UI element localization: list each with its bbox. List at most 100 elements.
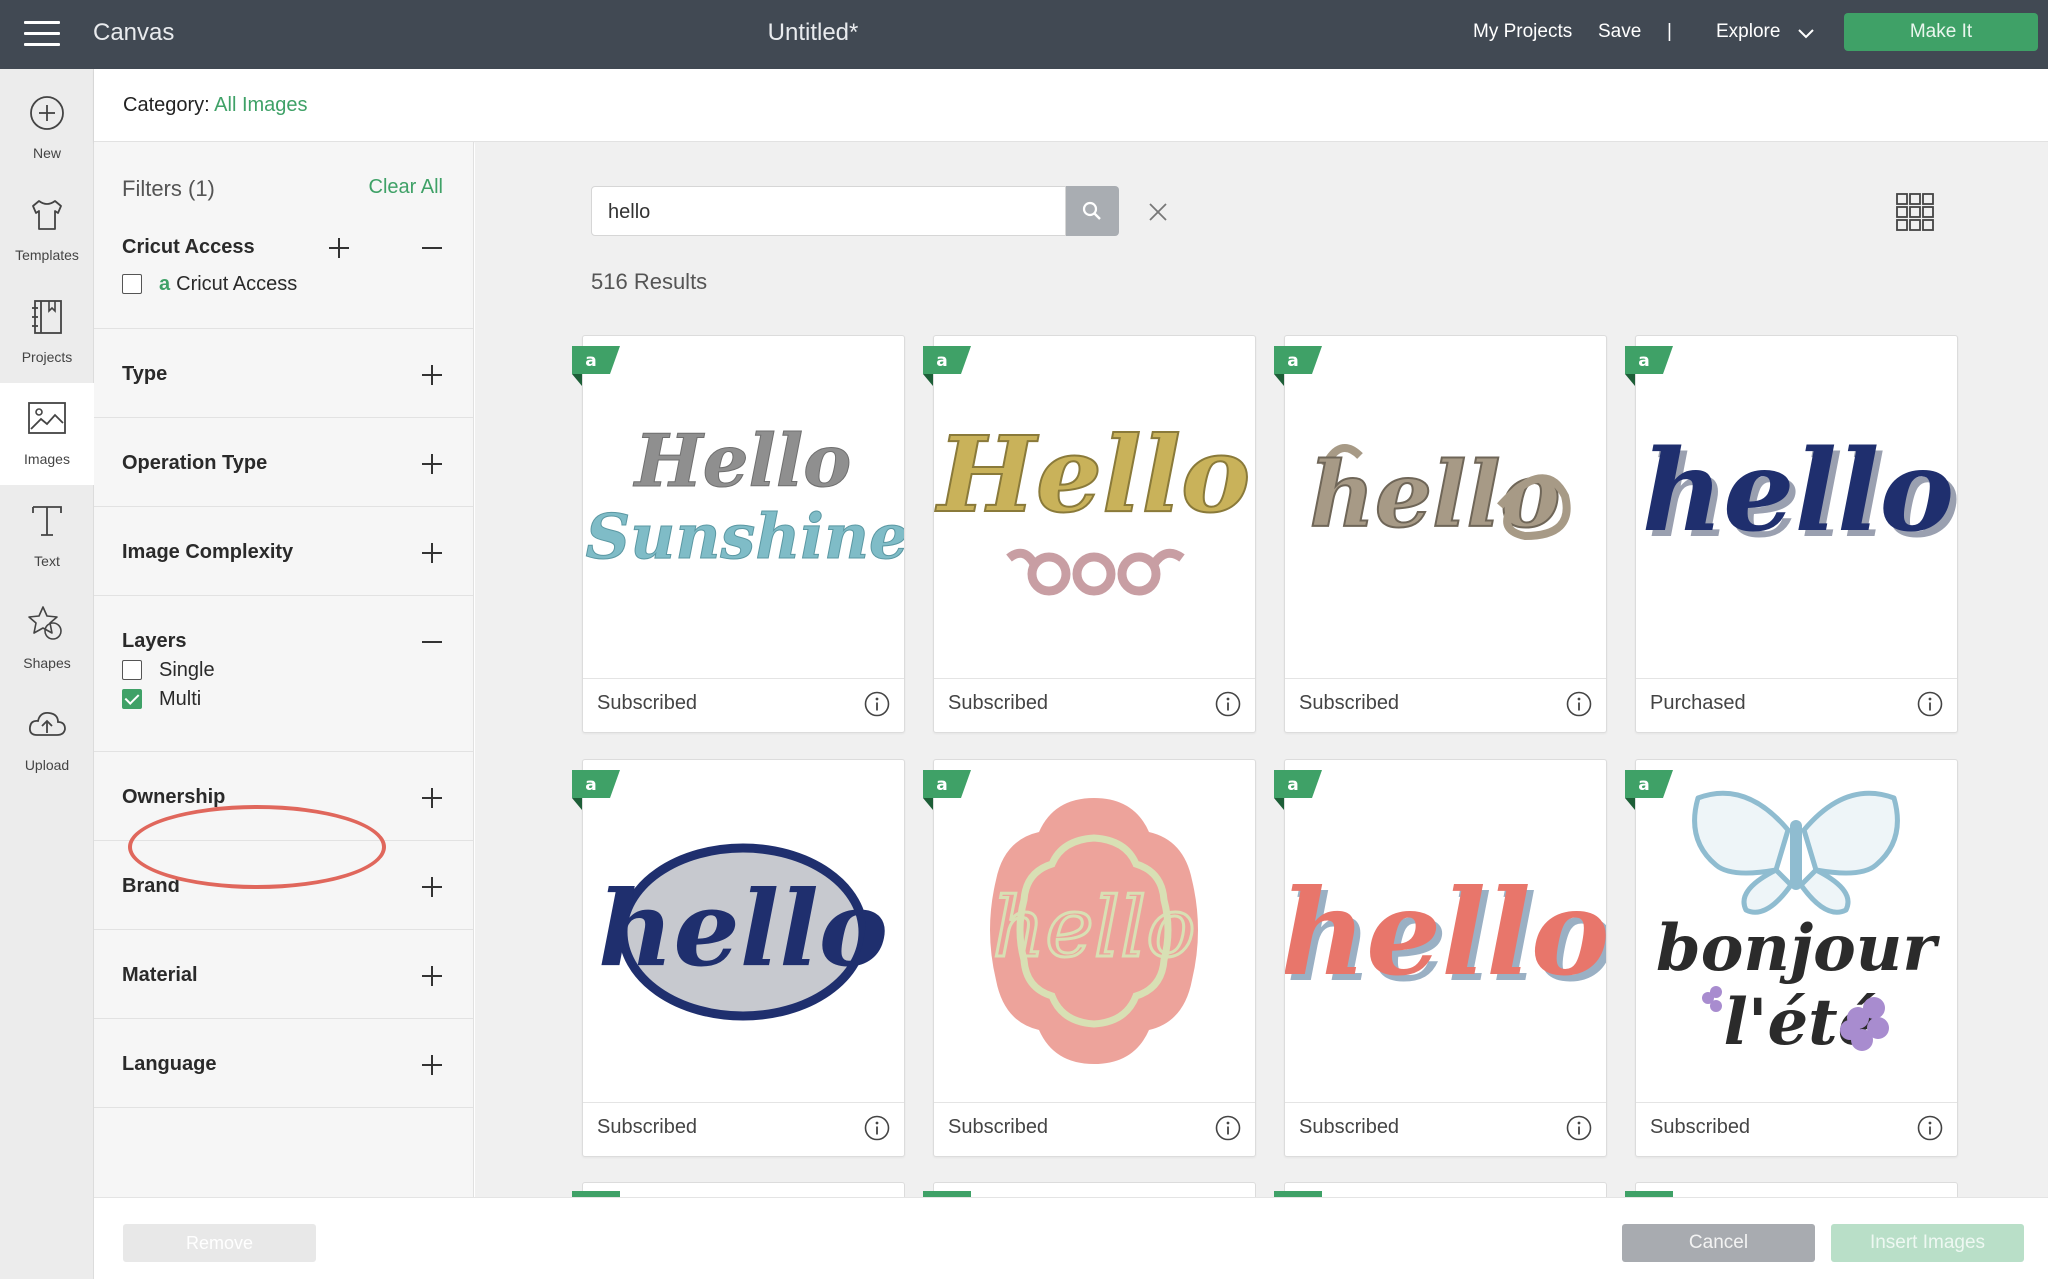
card-status: Subscribed: [1299, 1116, 1400, 1138]
search-input[interactable]: [608, 199, 1008, 225]
info-icon[interactable]: [1566, 691, 1592, 717]
rail-item-shapes[interactable]: Shapes: [0, 587, 94, 689]
image-card[interactable]: Hello Sunshine a Subscribed: [572, 335, 905, 733]
card-status: Subscribed: [597, 1116, 698, 1138]
image-card[interactable]: hello a Subscribed: [572, 759, 905, 1157]
results-area: 516 Results Hello Sunshine a Subscribed …: [475, 142, 2048, 1197]
info-icon[interactable]: [1215, 1115, 1241, 1141]
clear-all-link[interactable]: Clear All: [369, 176, 443, 199]
rail-label: Shapes: [23, 655, 71, 671]
image-card[interactable]: hello a Subscribed: [923, 759, 1256, 1157]
image-card-partial[interactable]: [1625, 1182, 1958, 1197]
image-card-partial[interactable]: [1274, 1182, 1607, 1197]
info-icon[interactable]: [864, 1115, 890, 1141]
expand-plus-icon[interactable]: [422, 454, 442, 474]
grid-view-icon[interactable]: [1895, 192, 1935, 232]
search-button[interactable]: [1066, 186, 1119, 236]
topbar-separator: |: [1667, 21, 1672, 42]
filter-section-type[interactable]: Type: [94, 329, 473, 418]
art-text: hello: [598, 867, 888, 990]
cricut-access-badge-icon: a: [159, 273, 171, 295]
cricut-access-ribbon-icon: a: [572, 346, 620, 386]
save-link[interactable]: Save: [1598, 21, 1641, 43]
svg-text:a: a: [1638, 775, 1649, 795]
expand-plus-icon[interactable]: [329, 238, 349, 258]
rail-item-projects[interactable]: Projects: [0, 281, 94, 383]
filter-section-cricut-access: Cricut Access a Cricut Access: [94, 222, 473, 329]
image-card[interactable]: hello hello a Subscribed: [1274, 759, 1607, 1157]
filter-option-label: Multi: [159, 688, 202, 710]
info-icon[interactable]: [864, 691, 890, 717]
filter-section-image-complexity[interactable]: Image Complexity: [94, 507, 473, 596]
rail-item-upload[interactable]: Upload: [0, 689, 94, 791]
filter-heading: Image Complexity: [122, 541, 294, 563]
filter-section-operation-type[interactable]: Operation Type: [94, 418, 473, 507]
insert-images-button[interactable]: Insert Images: [1831, 1224, 2024, 1262]
image-thumbnail: hello: [1285, 336, 1606, 679]
image-thumbnail: Hello: [934, 336, 1255, 679]
art-text: hello: [992, 881, 1195, 976]
expand-plus-icon[interactable]: [422, 365, 442, 385]
image-card-partial[interactable]: [923, 1182, 1256, 1197]
rail-item-templates[interactable]: Templates: [0, 179, 94, 281]
chevron-down-icon[interactable]: [1797, 24, 1815, 42]
search-box: [591, 186, 1167, 236]
cancel-button[interactable]: Cancel: [1622, 1224, 1815, 1262]
collapse-minus-icon[interactable]: [422, 238, 442, 258]
rail-label: New: [32, 145, 61, 161]
collapse-minus-icon[interactable]: [422, 632, 442, 652]
checkbox-checked[interactable]: [122, 689, 142, 709]
checkbox[interactable]: [122, 274, 142, 294]
info-icon[interactable]: [1566, 1115, 1592, 1141]
checkbox[interactable]: [122, 660, 142, 680]
image-card[interactable]: Hello a Subscribed: [923, 335, 1256, 733]
clear-x-icon[interactable]: [1147, 201, 1169, 223]
card-status: Subscribed: [1299, 692, 1400, 714]
filter-heading: Brand: [122, 875, 180, 897]
upload-cloud-icon: [28, 712, 66, 736]
rail-item-text[interactable]: Text: [0, 485, 94, 587]
filter-section-material[interactable]: Material: [94, 930, 473, 1019]
expand-plus-icon[interactable]: [422, 543, 442, 563]
image-icon: [28, 402, 66, 434]
filter-heading: Language: [122, 1053, 217, 1075]
art-text: Hello: [633, 418, 852, 503]
explore-link[interactable]: Explore: [1716, 21, 1780, 43]
filter-heading: Operation Type: [122, 452, 268, 474]
svg-text:a: a: [936, 775, 947, 795]
shapes-icon: [28, 606, 62, 640]
image-card[interactable]: bonjour l'été a Subscribed: [1625, 759, 1958, 1157]
my-projects-link[interactable]: My Projects: [1473, 21, 1572, 43]
filter-section-ownership[interactable]: Ownership: [94, 752, 473, 841]
image-thumbnail: hello hello: [1285, 760, 1606, 1103]
image-card-partial[interactable]: [572, 1182, 905, 1197]
image-card[interactable]: hello hello a Purchased: [1625, 335, 1958, 733]
expand-plus-icon[interactable]: [422, 877, 442, 897]
image-thumbnail: hello: [934, 760, 1255, 1103]
footer-bar: Remove Cancel Insert Images: [94, 1197, 2048, 1279]
art-text: Hello: [935, 413, 1251, 536]
filters-panel: Filters (1) Clear All Cricut Access a Cri…: [94, 142, 474, 1197]
category-label: Category: All Images: [123, 94, 308, 117]
image-card[interactable]: hello a Subscribed: [1274, 335, 1607, 733]
make-it-button[interactable]: Make It: [1844, 13, 2038, 51]
top-bar: Canvas Untitled* My Projects Save | Expl…: [0, 0, 2048, 69]
rail-item-images[interactable]: Images: [0, 383, 94, 485]
category-value[interactable]: All Images: [214, 94, 307, 116]
rail-item-new[interactable]: New: [0, 77, 94, 179]
expand-plus-icon[interactable]: [422, 966, 442, 986]
info-icon[interactable]: [1215, 691, 1241, 717]
notebook-icon: [32, 300, 62, 334]
info-icon[interactable]: [1917, 691, 1943, 717]
cricut-access-ribbon-icon: a: [923, 346, 971, 386]
expand-plus-icon[interactable]: [422, 1055, 442, 1075]
plus-circle-icon: [30, 96, 64, 130]
filters-title: Filters (1): [122, 176, 215, 201]
expand-plus-icon[interactable]: [422, 788, 442, 808]
filter-section-brand[interactable]: Brand: [94, 841, 473, 930]
filter-section-language[interactable]: Language: [94, 1019, 473, 1108]
remove-button[interactable]: Remove: [123, 1224, 316, 1262]
svg-text:a: a: [1638, 351, 1649, 371]
search-icon: [1082, 201, 1101, 220]
info-icon[interactable]: [1917, 1115, 1943, 1141]
